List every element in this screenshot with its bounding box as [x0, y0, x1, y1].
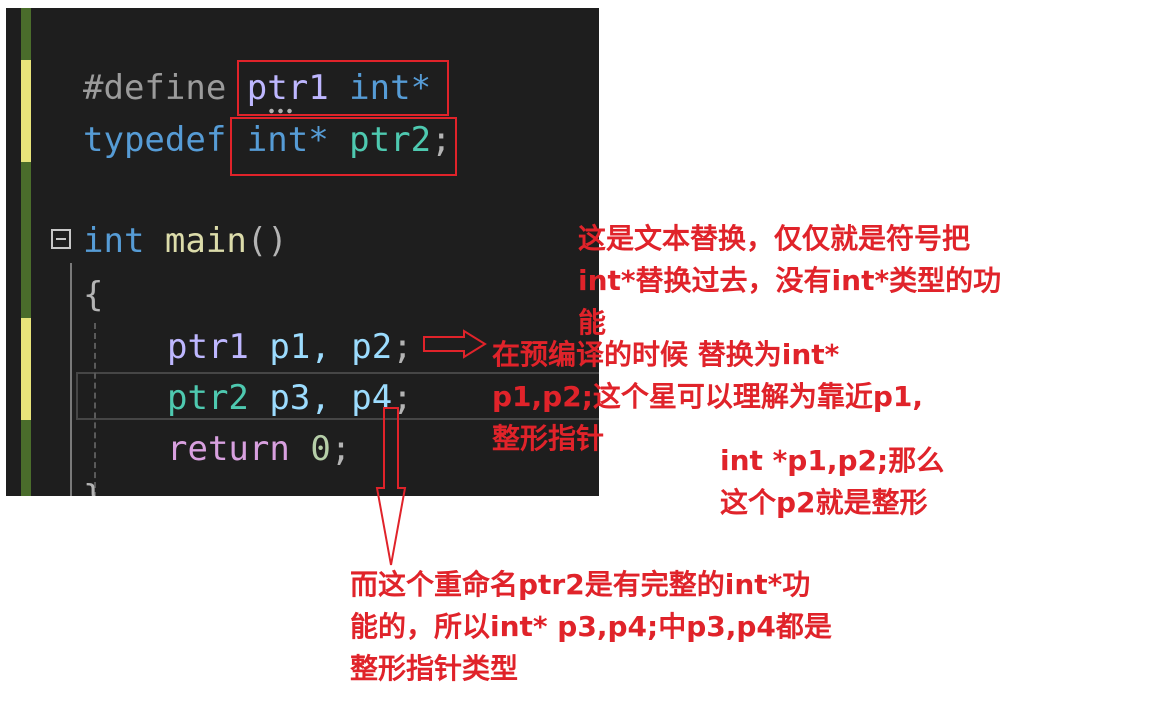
arrow-down	[375, 407, 407, 566]
annotation-p2: int *p1,p2;那么 这个p2就是整形	[720, 444, 945, 519]
arrow-right	[423, 329, 487, 359]
annotation-define: 这是文本替换，仅仅就是符号把 int*替换过去，没有int*类型的功 能	[578, 222, 1002, 339]
annotation-typedef: 而这个重命名ptr2是有完整的int*功 能的，所以int* p3,p4;中p3…	[350, 568, 832, 685]
